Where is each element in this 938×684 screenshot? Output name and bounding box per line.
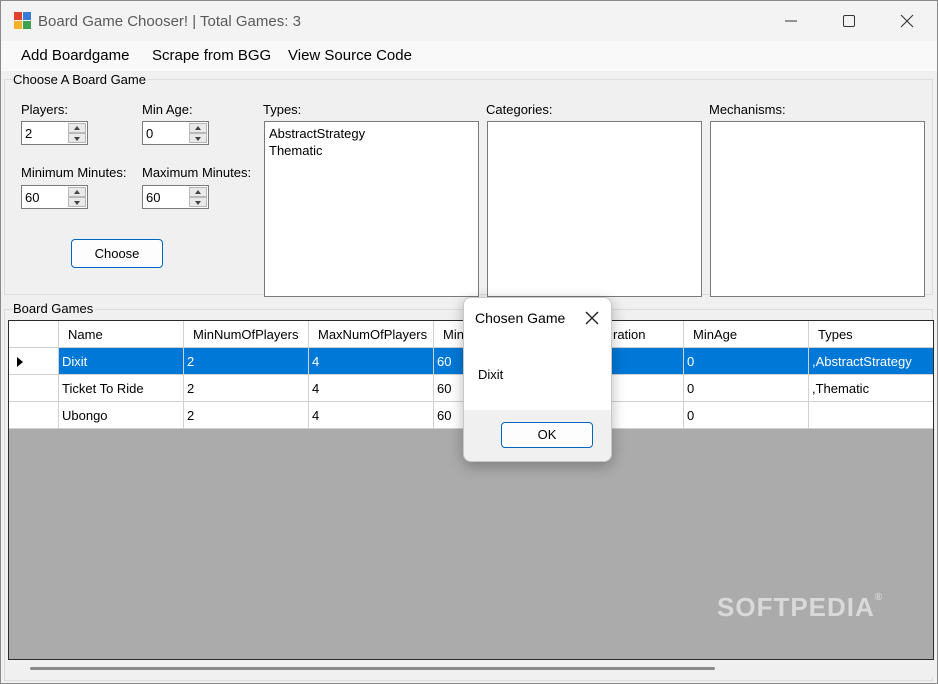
- maximize-button[interactable]: [820, 1, 878, 41]
- min-minutes-label: Minimum Minutes:: [21, 165, 127, 180]
- min-age-stepper[interactable]: 0: [142, 121, 209, 145]
- min-minutes-stepper[interactable]: 60: [21, 185, 88, 209]
- softpedia-watermark: SOFTPEDIA®: [717, 592, 884, 622]
- min-age-label: Min Age:: [142, 102, 193, 117]
- min-minutes-value: 60: [25, 190, 40, 205]
- types-label: Types:: [263, 102, 302, 117]
- row-header[interactable]: [9, 375, 59, 402]
- min-age-down-arrow-icon[interactable]: [189, 133, 207, 143]
- horizontal-scrollbar[interactable]: [8, 660, 934, 677]
- players-stepper[interactable]: 2: [21, 121, 88, 145]
- menu-scrape-bgg[interactable]: Scrape from BGG: [152, 47, 271, 64]
- close-button[interactable]: [878, 1, 936, 41]
- players-value: 2: [25, 126, 33, 141]
- dialog-title: Chosen Game: [475, 310, 566, 326]
- table-cell[interactable]: ,AbstractStrategy: [809, 348, 933, 375]
- dialog-close-button[interactable]: [584, 310, 600, 326]
- table-cell[interactable]: 2: [184, 402, 309, 429]
- table-cell[interactable]: [809, 402, 933, 429]
- dialog-message: Dixit: [478, 367, 504, 382]
- table-cell[interactable]: 0: [684, 348, 809, 375]
- mechanisms-listbox[interactable]: [710, 121, 925, 297]
- column-header-max-players[interactable]: MaxNumOfPlayers: [309, 321, 434, 348]
- dialog-footer: OK: [464, 410, 611, 461]
- grid-corner-header[interactable]: [9, 321, 59, 348]
- app-window: Board Game Chooser! | Total Games: 3 Add…: [0, 0, 938, 684]
- min-age-up-arrow-icon[interactable]: [189, 123, 207, 133]
- types-item-thematic[interactable]: Thematic: [265, 142, 478, 159]
- row-header[interactable]: [9, 402, 59, 429]
- choose-button[interactable]: Choose: [71, 239, 163, 268]
- max-minutes-stepper[interactable]: 60: [142, 185, 209, 209]
- close-icon: [585, 311, 599, 325]
- menu-add-boardgame[interactable]: Add Boardgame: [21, 47, 129, 64]
- ok-button[interactable]: OK: [501, 422, 593, 448]
- minimize-button[interactable]: [762, 1, 820, 41]
- table-cell[interactable]: 0: [684, 402, 809, 429]
- min-minutes-down-arrow-icon[interactable]: [68, 197, 86, 207]
- min-age-value: 0: [146, 126, 154, 141]
- column-header-types[interactable]: Types: [809, 321, 933, 348]
- current-row-arrow-icon: [17, 357, 23, 367]
- max-minutes-down-arrow-icon[interactable]: [189, 197, 207, 207]
- table-cell[interactable]: 2: [184, 375, 309, 402]
- column-header-min-players[interactable]: MinNumOfPlayers: [184, 321, 309, 348]
- app-icon: [14, 12, 32, 30]
- table-cell[interactable]: Ubongo: [59, 402, 184, 429]
- max-minutes-value: 60: [146, 190, 161, 205]
- column-header-min-age[interactable]: MinAge: [684, 321, 809, 348]
- scrollbar-thumb[interactable]: [30, 667, 715, 670]
- choose-group-title: Choose A Board Game: [13, 72, 148, 87]
- categories-listbox[interactable]: [487, 121, 702, 297]
- table-cell[interactable]: Ticket To Ride: [59, 375, 184, 402]
- players-up-arrow-icon[interactable]: [68, 123, 86, 133]
- types-listbox[interactable]: AbstractStrategy Thematic: [264, 121, 479, 297]
- min-minutes-up-arrow-icon[interactable]: [68, 187, 86, 197]
- max-minutes-label: Maximum Minutes:: [142, 165, 252, 180]
- column-header-name[interactable]: Name: [59, 321, 184, 348]
- table-cell[interactable]: Dixit: [59, 348, 184, 375]
- close-icon: [900, 14, 914, 28]
- title-bar[interactable]: Board Game Chooser! | Total Games: 3: [1, 1, 937, 41]
- menu-bar: Add Boardgame Scrape from BGG View Sourc…: [1, 41, 937, 71]
- max-minutes-up-arrow-icon[interactable]: [189, 187, 207, 197]
- players-down-arrow-icon[interactable]: [68, 133, 86, 143]
- table-cell[interactable]: 2: [184, 348, 309, 375]
- mechanisms-label: Mechanisms:: [709, 102, 786, 117]
- window-title: Board Game Chooser! | Total Games: 3: [38, 13, 301, 30]
- players-label: Players:: [21, 102, 68, 117]
- table-cell[interactable]: 4: [309, 348, 434, 375]
- row-header-selected[interactable]: [9, 348, 59, 375]
- table-cell[interactable]: 4: [309, 375, 434, 402]
- table-cell[interactable]: ,Thematic: [809, 375, 933, 402]
- table-cell[interactable]: 4: [309, 402, 434, 429]
- board-games-group-title: Board Games: [13, 301, 96, 316]
- table-cell[interactable]: 0: [684, 375, 809, 402]
- categories-label: Categories:: [486, 102, 553, 117]
- maximize-icon: [843, 15, 855, 27]
- chosen-game-dialog: Chosen Game Dixit OK: [463, 297, 612, 462]
- minimize-icon: [785, 20, 797, 22]
- menu-view-source[interactable]: View Source Code: [288, 47, 412, 64]
- types-item-abstract-strategy[interactable]: AbstractStrategy: [265, 125, 478, 142]
